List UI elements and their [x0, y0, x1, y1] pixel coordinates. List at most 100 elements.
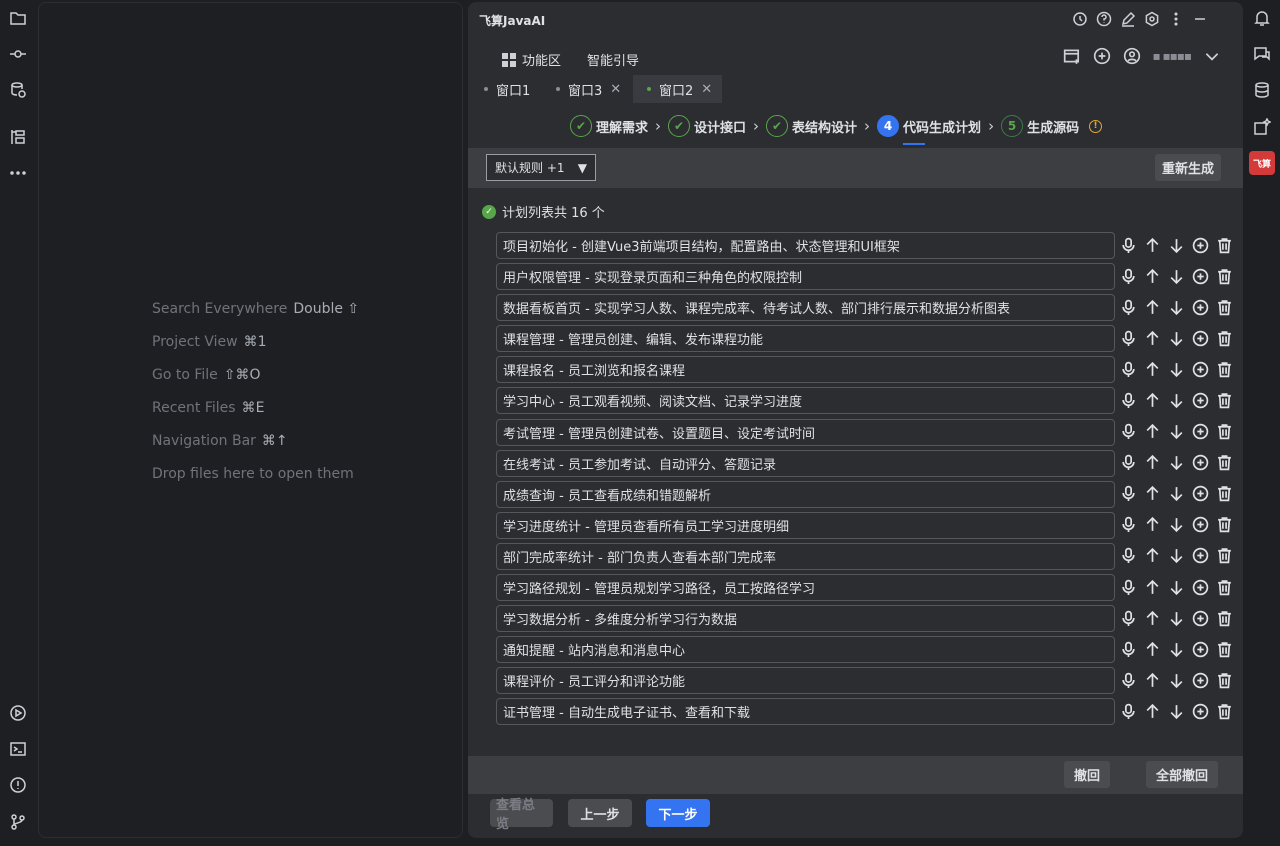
regenerate-button[interactable]: 重新生成: [1154, 154, 1221, 181]
git-branch-icon[interactable]: [6, 810, 30, 834]
feature-area-button[interactable]: 功能区: [502, 50, 561, 69]
add-item-icon[interactable]: [1191, 546, 1210, 566]
move-up-icon[interactable]: [1143, 546, 1162, 566]
plan-item-input[interactable]: 用户权限管理 - 实现登录页面和三种角色的权限控制: [496, 263, 1115, 291]
tab-window-3[interactable]: 窗口3 ✕: [542, 75, 631, 103]
microphone-icon[interactable]: [1119, 453, 1138, 473]
plan-item-input[interactable]: 学习路径规划 - 管理员规划学习路径，员工按路径学习: [496, 574, 1115, 602]
undo-all-button[interactable]: 全部撤回: [1146, 761, 1219, 788]
microphone-icon[interactable]: [1119, 328, 1138, 348]
rule-select[interactable]: 默认规则 +1 ▼: [486, 154, 596, 181]
terminal-icon[interactable]: [6, 737, 30, 761]
delete-icon[interactable]: [1215, 608, 1234, 628]
ai-assistant-icon[interactable]: [1250, 115, 1274, 139]
delete-icon[interactable]: [1215, 422, 1234, 442]
microphone-icon[interactable]: [1119, 422, 1138, 442]
delete-icon[interactable]: [1215, 639, 1234, 659]
plan-item-input[interactable]: 学习中心 - 员工观看视频、阅读文档、记录学习进度: [496, 387, 1115, 415]
step-code-plan[interactable]: 4 代码生成计划: [877, 115, 981, 145]
delete-icon[interactable]: [1215, 297, 1234, 317]
new-window-icon[interactable]: [1063, 47, 1081, 65]
move-down-icon[interactable]: [1167, 484, 1186, 504]
plan-item-input[interactable]: 数据看板首页 - 实现学习人数、课程完成率、待考试人数、部门排行展示和数据分析图…: [496, 294, 1115, 322]
move-up-icon[interactable]: [1143, 670, 1162, 690]
move-down-icon[interactable]: [1167, 608, 1186, 628]
add-item-icon[interactable]: [1191, 297, 1210, 317]
database-changes-icon[interactable]: [6, 78, 30, 102]
move-up-icon[interactable]: [1143, 235, 1162, 255]
microphone-icon[interactable]: [1119, 390, 1138, 410]
add-circle-icon[interactable]: [1093, 47, 1111, 65]
add-item-icon[interactable]: [1191, 328, 1210, 348]
microphone-icon[interactable]: [1119, 608, 1138, 628]
move-down-icon[interactable]: [1167, 235, 1186, 255]
settings-icon[interactable]: [1143, 10, 1161, 28]
database-icon[interactable]: [1250, 78, 1274, 102]
move-down-icon[interactable]: [1167, 422, 1186, 442]
microphone-icon[interactable]: [1119, 297, 1138, 317]
move-up-icon[interactable]: [1143, 577, 1162, 597]
structure-icon[interactable]: [6, 125, 30, 149]
move-up-icon[interactable]: [1143, 701, 1162, 721]
microphone-icon[interactable]: [1119, 701, 1138, 721]
add-item-icon[interactable]: [1191, 390, 1210, 410]
plan-item-input[interactable]: 考试管理 - 管理员创建试卷、设置题目、设定考试时间: [496, 418, 1115, 446]
plan-item-input[interactable]: 在线考试 - 员工参加考试、自动评分、答题记录: [496, 449, 1115, 477]
smart-guide-button[interactable]: 智能引导: [587, 50, 639, 69]
move-up-icon[interactable]: [1143, 515, 1162, 535]
add-item-icon[interactable]: [1191, 577, 1210, 597]
move-down-icon[interactable]: [1167, 328, 1186, 348]
project-folder-icon[interactable]: [6, 6, 30, 30]
move-down-icon[interactable]: [1167, 639, 1186, 659]
microphone-icon[interactable]: [1119, 670, 1138, 690]
delete-icon[interactable]: [1215, 359, 1234, 379]
move-down-icon[interactable]: [1167, 515, 1186, 535]
chevron-down-icon[interactable]: [1203, 47, 1221, 65]
undo-button[interactable]: 撤回: [1064, 761, 1111, 788]
microphone-icon[interactable]: [1119, 484, 1138, 504]
plan-item-input[interactable]: 部门完成率统计 - 部门负责人查看本部门完成率: [496, 542, 1115, 570]
add-item-icon[interactable]: [1191, 235, 1210, 255]
microphone-icon[interactable]: [1119, 235, 1138, 255]
history-icon[interactable]: [1071, 10, 1089, 28]
plan-item-input[interactable]: 课程管理 - 管理员创建、编辑、发布课程功能: [496, 325, 1115, 353]
microphone-icon[interactable]: [1119, 639, 1138, 659]
step-understand-requirements[interactable]: ✔ 理解需求: [570, 115, 648, 137]
delete-icon[interactable]: [1215, 701, 1234, 721]
microphone-icon[interactable]: [1119, 515, 1138, 535]
plan-item-input[interactable]: 证书管理 - 自动生成电子证书、查看和下载: [496, 698, 1115, 726]
plan-item-input[interactable]: 课程评价 - 员工评分和评论功能: [496, 667, 1115, 695]
previous-step-button[interactable]: 上一步: [568, 799, 632, 827]
tab-window-2[interactable]: 窗口2 ✕: [633, 75, 723, 103]
move-down-icon[interactable]: [1167, 359, 1186, 379]
commit-icon[interactable]: [6, 42, 30, 66]
user-avatar-icon[interactable]: [1123, 47, 1141, 65]
plan-item-input[interactable]: 课程报名 - 员工浏览和报名课程: [496, 356, 1115, 384]
plan-item-input[interactable]: 成绩查询 - 员工查看成绩和错题解析: [496, 480, 1115, 508]
view-overview-button[interactable]: 查看总览: [490, 798, 553, 832]
delete-icon[interactable]: [1215, 235, 1234, 255]
minimize-icon[interactable]: [1191, 10, 1209, 28]
microphone-icon[interactable]: [1119, 266, 1138, 286]
move-up-icon[interactable]: [1143, 328, 1162, 348]
add-item-icon[interactable]: [1191, 670, 1210, 690]
move-up-icon[interactable]: [1143, 390, 1162, 410]
move-down-icon[interactable]: [1167, 390, 1186, 410]
move-down-icon[interactable]: [1167, 266, 1186, 286]
delete-icon[interactable]: [1215, 670, 1234, 690]
add-item-icon[interactable]: [1191, 608, 1210, 628]
tab-window-1[interactable]: 窗口1: [470, 75, 540, 103]
delete-icon[interactable]: [1215, 484, 1234, 504]
move-down-icon[interactable]: [1167, 701, 1186, 721]
delete-icon[interactable]: [1215, 577, 1234, 597]
add-item-icon[interactable]: [1191, 639, 1210, 659]
add-item-icon[interactable]: [1191, 515, 1210, 535]
warning-icon[interactable]: !: [1089, 119, 1103, 133]
delete-icon[interactable]: [1215, 515, 1234, 535]
delete-icon[interactable]: [1215, 453, 1234, 473]
move-up-icon[interactable]: [1143, 297, 1162, 317]
microphone-icon[interactable]: [1119, 546, 1138, 566]
add-item-icon[interactable]: [1191, 422, 1210, 442]
help-icon[interactable]: [1095, 10, 1113, 28]
step-generate-source[interactable]: 5 生成源码: [1001, 115, 1079, 137]
